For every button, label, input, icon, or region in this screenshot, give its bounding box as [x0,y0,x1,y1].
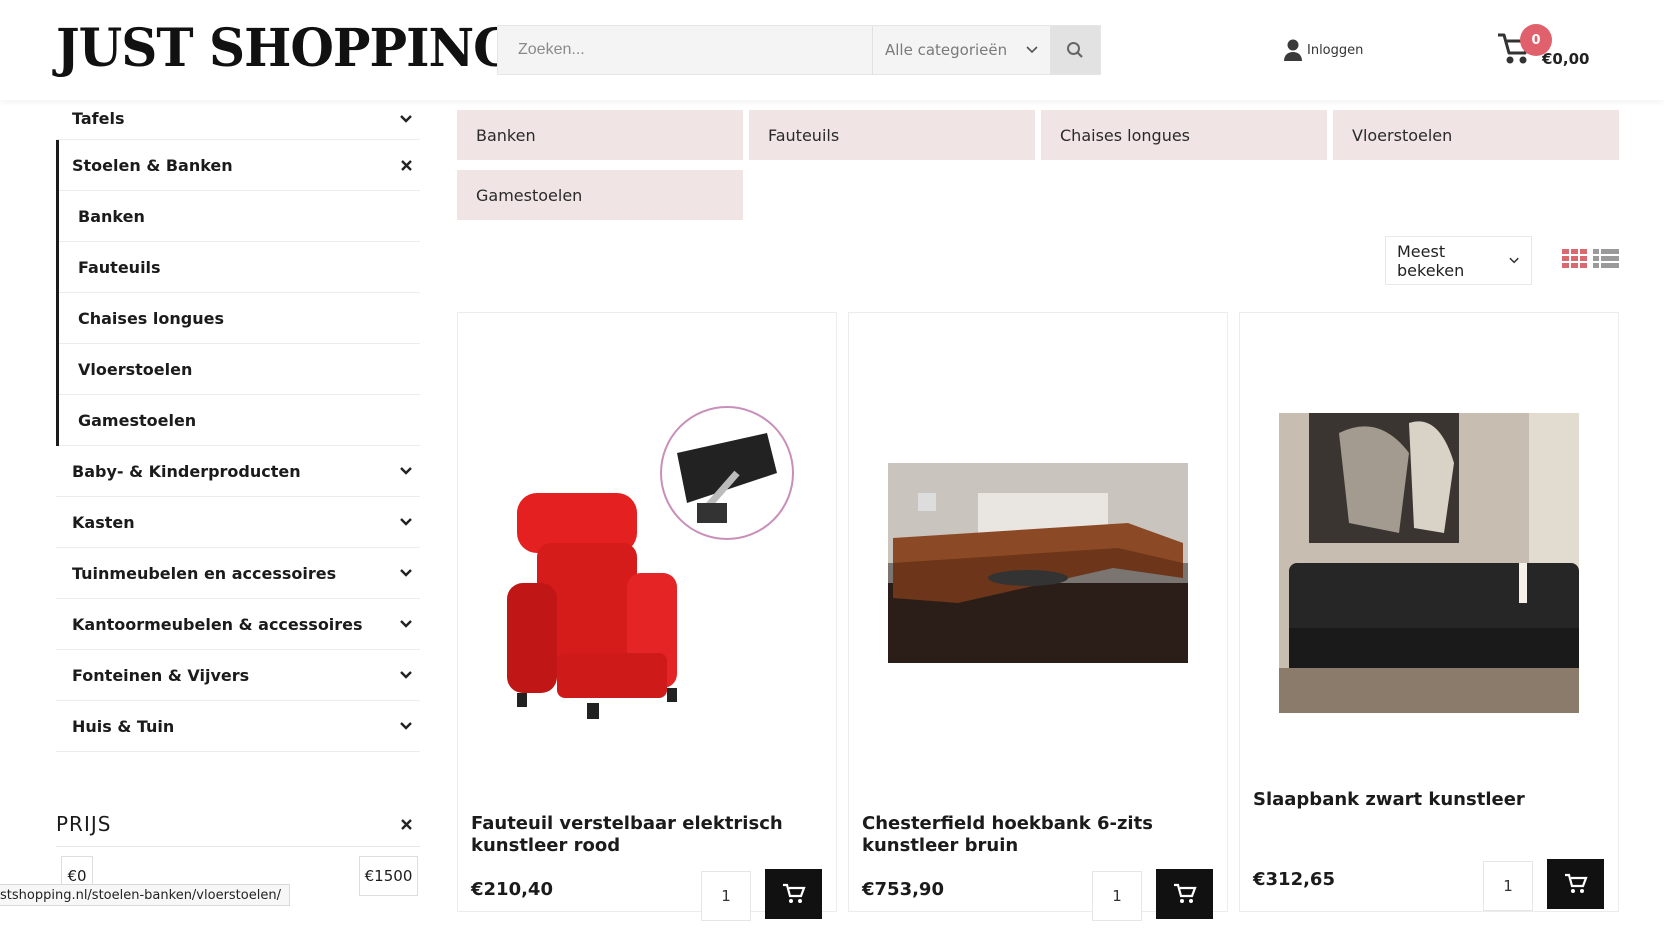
sidebar-subitem-vloerstoelen[interactable]: Vloerstoelen [59,344,420,395]
search-input[interactable] [498,26,872,74]
site-header: JUST SHOPPING Alle categorieën Inloggen … [0,0,1664,100]
category-select-value: Alle categorieën [885,41,1008,59]
search-bar: Alle categorieën [497,25,1101,75]
sidebar-item-kantoormeubelen[interactable]: Kantoormeubelen & accessoires [56,599,420,650]
sidebar-item-kasten[interactable]: Kasten [56,497,420,548]
product-price: €210,40 [471,879,553,900]
chevron-down-icon [1509,257,1519,264]
chevron-down-icon [1026,46,1038,54]
list-view-icon[interactable] [1593,249,1619,269]
sidebar-item-tafels[interactable]: Tafels [56,98,420,140]
cart-icon [1564,873,1588,893]
close-icon[interactable] [401,159,412,171]
chip-banken[interactable]: Banken [457,110,743,160]
quantity-input[interactable]: 1 [701,871,751,921]
product-image[interactable] [849,373,1227,753]
sidebar-item-huis-tuin[interactable]: Huis & Tuin [56,701,420,752]
sidebar-item-fonteinen-vijvers[interactable]: Fonteinen & Vijvers [56,650,420,701]
product-image[interactable] [458,373,836,753]
cart-icon [782,883,806,903]
user-icon [1284,39,1302,61]
sidebar-item-label: Baby- & Kinderproducten [72,461,301,481]
quantity-input[interactable]: 1 [1092,871,1142,921]
grid-view-icon[interactable] [1562,249,1588,269]
sidebar-item-label: Stoelen & Banken [72,155,233,175]
product-name[interactable]: Chesterfield hoekbank 6-zits kunstleer b… [862,813,1213,857]
chip-gamestoelen[interactable]: Gamestoelen [457,170,743,220]
quantity-input[interactable]: 1 [1483,861,1533,911]
chip-vloerstoelen[interactable]: Vloerstoelen [1333,110,1619,160]
red-recliner-image [507,406,794,719]
price-max-field[interactable]: €1500 [359,856,418,896]
category-sidebar: Tafels Stoelen & Banken Banken Fauteuils… [56,98,420,752]
chevron-down-icon[interactable] [400,467,412,475]
product-card: Fauteuil verstelbaar elektrisch kunstlee… [457,312,837,921]
price-filter-title: PRIJS [56,812,112,836]
sidebar-item-tuinmeubelen[interactable]: Tuinmeubelen en accessoires [56,548,420,599]
close-icon[interactable] [401,818,412,830]
sidebar-item-label: Kantoormeubelen & accessoires [72,614,363,634]
chevron-down-icon[interactable] [400,114,412,123]
chevron-down-icon[interactable] [400,671,412,679]
chevron-down-icon[interactable] [400,722,412,730]
chevron-down-icon[interactable] [400,620,412,628]
add-to-cart-button[interactable] [765,869,822,919]
subcategory-chips: Banken Fauteuils Chaises longues Vloerst… [457,110,1621,220]
cart-total: €0,00 [1542,50,1590,68]
product-name[interactable]: Fauteuil verstelbaar elektrisch kunstlee… [471,813,822,857]
sort-select[interactable]: Meest bekeken [1385,236,1532,285]
product-card: Chesterfield hoekbank 6-zits kunstleer b… [848,312,1228,921]
site-logo[interactable]: JUST SHOPPING [56,17,516,79]
sidebar-subitem-banken[interactable]: Banken [59,191,420,242]
sidebar-item-stoelen-banken[interactable]: Stoelen & Banken [59,140,420,191]
sidebar-item-label: Kasten [72,512,135,532]
sidebar-item-label: Tafels [72,109,125,128]
chevron-down-icon[interactable] [400,569,412,577]
category-select[interactable]: Alle categorieën [872,26,1050,74]
sidebar-subitem-gamestoelen[interactable]: Gamestoelen [59,395,420,446]
sidebar-item-baby-kinderproducten[interactable]: Baby- & Kinderproducten [56,446,420,497]
sidebar-subitem-chaises-longues[interactable]: Chaises longues [59,293,420,344]
product-price: €312,65 [1253,869,1335,890]
price-filter-header: PRIJS [56,812,420,847]
product-image[interactable] [1240,373,1618,753]
sidebar-item-label: Fonteinen & Vijvers [72,665,250,685]
login-link[interactable]: Inloggen [1283,38,1363,62]
sidebar-subitem-fauteuils[interactable]: Fauteuils [59,242,420,293]
chip-fauteuils[interactable]: Fauteuils [749,110,1035,160]
chesterfield-sofa-image [888,463,1188,663]
sidebar-item-label: Huis & Tuin [72,716,175,736]
chip-chaises-longues[interactable]: Chaises longues [1041,110,1327,160]
login-label: Inloggen [1307,42,1364,58]
chevron-down-icon[interactable] [400,518,412,526]
cart-icon [1173,883,1197,903]
product-name[interactable]: Slaapbank zwart kunstleer [1253,789,1604,811]
view-toggles [1562,249,1619,269]
search-icon [1067,42,1083,58]
black-sofa-bed-image [1279,413,1579,713]
sidebar-item-label: Tuinmeubelen en accessoires [72,563,337,583]
search-button[interactable] [1050,26,1100,74]
browser-status-url: stshopping.nl/stoelen-banken/vloerstoele… [0,884,290,906]
product-price: €753,90 [862,879,944,900]
sort-select-value: Meest bekeken [1397,241,1465,280]
cart-button[interactable]: 0 €0,00 [1496,24,1616,74]
product-card: Slaapbank zwart kunstleer €312,65 1 [1239,312,1619,912]
add-to-cart-button[interactable] [1547,859,1604,909]
product-grid: Fauteuil verstelbaar elektrisch kunstlee… [457,312,1619,921]
sidebar-active-group: Stoelen & Banken Banken Fauteuils Chaise… [56,140,420,446]
add-to-cart-button[interactable] [1156,869,1213,919]
